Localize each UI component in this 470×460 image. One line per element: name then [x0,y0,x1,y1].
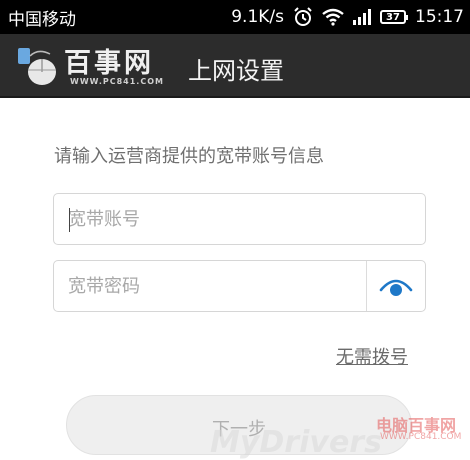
status-indicators: 9.1K/s 37 15:17 [231,7,464,27]
alarm-icon [293,7,313,27]
text-cursor [69,208,70,232]
watermark-site: WWW.PC841.COM [380,432,462,442]
network-speed: 9.1K/s [231,7,284,27]
watermark-text: MyDrivers [210,425,382,460]
app-header: 百事网 WWW.PC841.COM 上网设置 [0,34,470,98]
battery-icon: 37 [380,10,408,24]
eye-icon [379,279,413,296]
clock: 15:17 [415,7,464,27]
mouse-logo-icon [18,48,56,85]
no-dial-link[interactable]: 无需拨号 [336,343,408,369]
logo-subtext: WWW.PC841.COM [70,77,164,86]
page-title: 上网设置 [188,57,284,85]
show-password-button[interactable] [366,261,425,311]
form-prompt: 请输入运营商提供的宽带账号信息 [54,146,324,167]
password-input[interactable] [68,261,358,311]
carrier-name: 中国移动 [8,9,76,30]
app-logo: 百事网 WWW.PC841.COM [16,42,166,90]
settings-form: 请输入运营商提供的宽带账号信息 无需拨号 下一步 [0,98,470,455]
account-field[interactable] [53,193,426,245]
status-bar: 中国移动 9.1K/s 37 15:17 [0,0,470,34]
wifi-icon [322,8,344,26]
logo-text: 百事网 [64,48,154,79]
account-input[interactable] [68,194,358,244]
password-field[interactable] [53,260,426,312]
signal-icon [353,9,371,25]
